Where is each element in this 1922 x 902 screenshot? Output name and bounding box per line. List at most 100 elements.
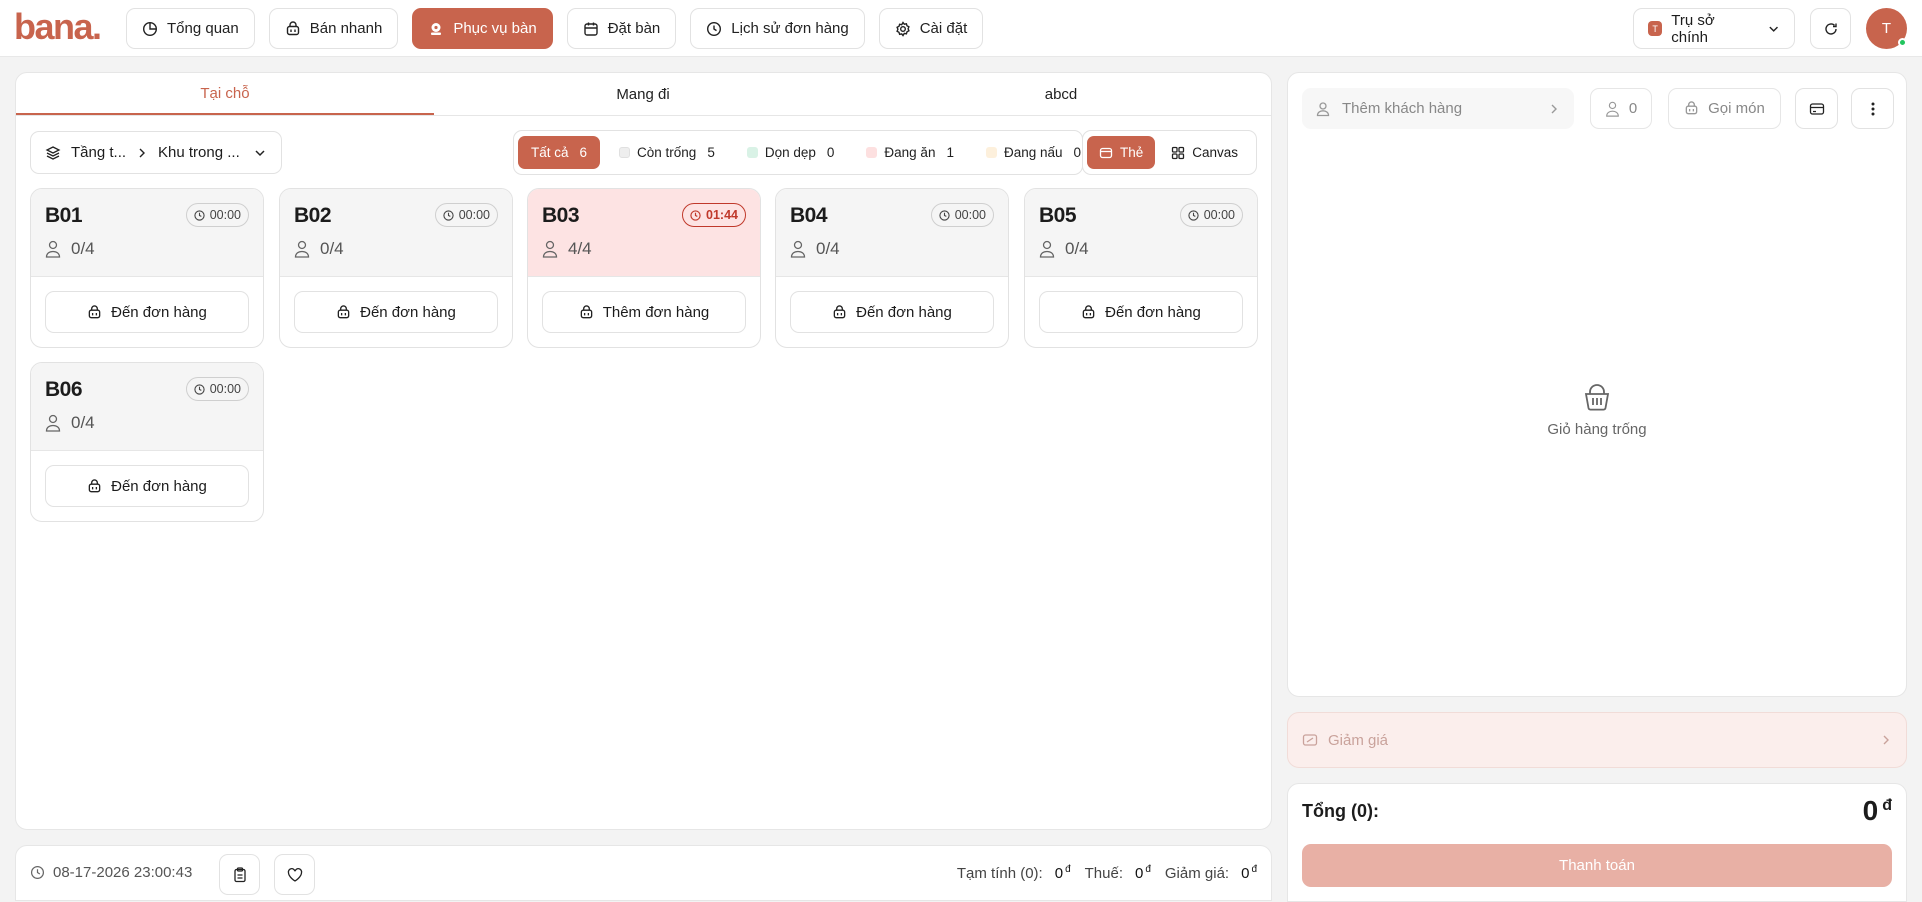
status-swatch — [985, 147, 997, 158]
nav-settings-button[interactable]: Cài đặt — [878, 8, 984, 49]
guest-count: 0/4 — [1065, 239, 1089, 258]
view-label: Thẻ — [1120, 145, 1144, 160]
table-name: B03 — [542, 204, 580, 227]
table-card-b05[interactable]: B05 00:00 0/4 Đến đơn hàng — [1024, 188, 1258, 348]
nav-table-service-button[interactable]: Phục vụ bàn — [412, 8, 553, 49]
logo[interactable]: bana. — [14, 8, 102, 46]
currency-symbol: đ — [1145, 864, 1151, 875]
zone-label: Khu trong ... — [158, 144, 240, 161]
chevron-right-icon — [1883, 735, 1889, 745]
action-label: Thêm đơn hàng — [602, 303, 710, 321]
more-vertical-icon — [1871, 102, 1874, 115]
chevron-down-icon — [255, 149, 265, 156]
chevron-right-icon — [1551, 104, 1557, 113]
table-timer: 00:00 — [434, 203, 498, 227]
user-avatar[interactable]: T — [1866, 8, 1907, 49]
table-guests: 4/4 — [542, 239, 592, 259]
tab-dine-in[interactable]: Tại chỗ — [16, 73, 434, 115]
table-card-b06[interactable]: B06 00:00 0/4 Đến đơn hàng — [30, 362, 264, 522]
filter-count: 0 — [826, 145, 835, 160]
status-swatch — [866, 147, 878, 158]
tab-abcd[interactable]: abcd — [852, 73, 1270, 115]
layers-icon — [45, 145, 61, 160]
discount-button[interactable]: Giảm giá — [1287, 712, 1907, 768]
nav-quick-sale-button[interactable]: Bán nhanh — [268, 8, 399, 49]
go-to-order-button[interactable]: Đến đơn hàng — [45, 291, 249, 333]
table-name: B01 — [45, 204, 83, 227]
table-card-b03[interactable]: B03 01:44 4/4 Thêm đơn hàng — [527, 188, 761, 348]
subtotal-amount: 0 — [1054, 865, 1064, 882]
table-timer: 00:00 — [1179, 203, 1243, 227]
guest-count: 4/4 — [568, 239, 592, 258]
credit-card-icon — [1809, 102, 1824, 115]
basket-icon — [580, 304, 593, 318]
payment-card-button[interactable] — [1795, 88, 1838, 129]
cart-panel: Thêm khách hàng 0 Gọi món Giỏ hàng trống — [1287, 72, 1907, 697]
area-selector[interactable]: Tầng t... Khu trong ... — [30, 131, 282, 174]
place-order-button[interactable]: Gọi món — [1668, 88, 1781, 129]
filter-all[interactable]: Tất cả 6 — [518, 136, 601, 169]
add-customer-label: Thêm khách hàng — [1342, 100, 1463, 117]
filter-count: 6 — [579, 145, 588, 160]
clipboard-button[interactable] — [219, 854, 260, 895]
go-to-order-button[interactable]: Đến đơn hàng — [294, 291, 498, 333]
guest-count-button[interactable]: 0 — [1590, 88, 1652, 129]
timer-value: 00:00 — [954, 208, 986, 222]
view-toggle: Thẻ Canvas — [1082, 130, 1257, 175]
go-to-order-button[interactable]: Đến đơn hàng — [790, 291, 994, 333]
checkout-button[interactable]: Thanh toán — [1302, 844, 1892, 887]
favorite-button[interactable] — [274, 854, 315, 895]
place-order-label: Gọi món — [1708, 100, 1765, 117]
nav-label: Tổng quan — [167, 20, 239, 37]
go-to-order-button[interactable]: Đến đơn hàng — [1039, 291, 1243, 333]
timer-value: 00:00 — [458, 208, 490, 222]
filter-cooking[interactable]: Đang nấu 0 — [973, 136, 1094, 169]
nav-overview-button[interactable]: Tổng quan — [126, 8, 255, 49]
current-datetime: 08-17-2026 23:00:43 — [30, 864, 192, 881]
table-card-header: B04 00:00 0/4 — [776, 189, 1008, 277]
discount-amount: 0 — [1241, 865, 1250, 882]
view-canvas-button[interactable]: Canvas — [1159, 136, 1250, 169]
guest-count: 0/4 — [71, 413, 95, 432]
tax-value: 0đ — [1135, 864, 1151, 882]
timer-value: 00:00 — [209, 382, 241, 396]
subtotal-label: Tạm tính (0): — [956, 864, 1043, 882]
nav-label: Lịch sử đơn hàng — [731, 20, 849, 37]
action-label: Đến đơn hàng — [856, 303, 952, 321]
tax-label: Thuế: — [1084, 864, 1123, 882]
filter-available[interactable]: Còn trống 5 — [606, 136, 728, 169]
table-card-b02[interactable]: B02 00:00 0/4 Đến đơn hàng — [279, 188, 513, 348]
action-label: Đến đơn hàng — [111, 477, 207, 495]
add-order-button[interactable]: Thêm đơn hàng — [542, 291, 746, 333]
table-card-b01[interactable]: B01 00:00 0/4 Đến đơn hàng — [30, 188, 264, 348]
more-options-button[interactable] — [1851, 88, 1894, 129]
status-swatch — [619, 147, 631, 158]
table-card-header: B06 00:00 0/4 — [31, 363, 263, 451]
tab-takeaway[interactable]: Mang đi — [434, 73, 852, 115]
clock-icon — [939, 209, 950, 221]
branch-selector[interactable]: T Trụ sở chính — [1633, 8, 1795, 49]
timer-value: 00:00 — [209, 208, 241, 222]
user-add-icon — [1316, 101, 1330, 116]
filter-dining[interactable]: Đang ăn 1 — [853, 136, 967, 169]
totals-panel: Tổng (0): 0đ Thanh toán — [1287, 783, 1907, 902]
refresh-button[interactable] — [1810, 8, 1851, 49]
timer-value: 00:00 — [1203, 208, 1235, 222]
table-card-header: B05 00:00 0/4 — [1025, 189, 1257, 277]
view-card-button[interactable]: Thẻ — [1087, 136, 1156, 169]
go-to-order-button[interactable]: Đến đơn hàng — [45, 465, 249, 507]
filter-cleaning[interactable]: Dọn dẹp 0 — [734, 136, 848, 169]
table-guests: 0/4 — [1039, 239, 1089, 259]
nav-label: Bán nhanh — [309, 20, 383, 37]
table-card-header: B03 01:44 4/4 — [528, 189, 760, 277]
table-card-b04[interactable]: B04 00:00 0/4 Đến đơn hàng — [775, 188, 1009, 348]
table-card-header: B02 00:00 0/4 — [280, 189, 512, 277]
status-footer: 08-17-2026 23:00:43 Tạm tính (0): 0đ Thu… — [15, 845, 1272, 901]
basket-icon — [88, 304, 101, 318]
action-label: Đến đơn hàng — [111, 303, 207, 321]
filter-count: 1 — [946, 145, 954, 160]
nav-order-history-button[interactable]: Lịch sử đơn hàng — [690, 8, 865, 49]
table-timer: 00:00 — [930, 203, 994, 227]
nav-reservation-button[interactable]: Đặt bàn — [566, 8, 677, 49]
add-customer-button[interactable]: Thêm khách hàng — [1302, 88, 1574, 129]
